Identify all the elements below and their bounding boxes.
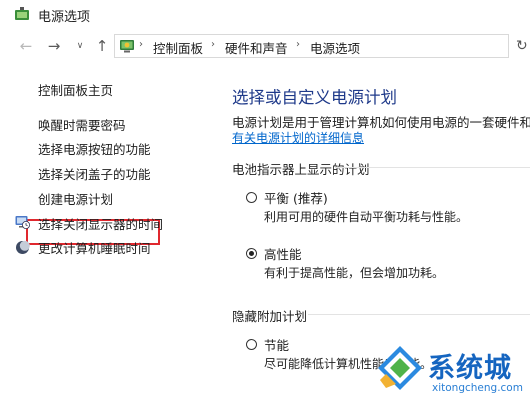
forward-button[interactable]: → — [44, 37, 64, 55]
battery-plans-heading: 电池指示器上显示的计划 — [232, 162, 370, 177]
plan-balanced-radio[interactable] — [246, 192, 257, 203]
learn-more-link[interactable]: 有关电源计划的详细信息 — [232, 129, 364, 146]
power-options-icon — [15, 7, 29, 20]
breadcrumb-separator: › — [296, 39, 300, 50]
breadcrumb-control-panel[interactable]: 控制面板 — [153, 38, 203, 57]
recent-locations-dropdown[interactable]: ∨ — [70, 37, 90, 55]
page-title: 选择或自定义电源计划 — [232, 88, 397, 107]
section-divider — [335, 167, 530, 168]
sidebar-item-home[interactable]: 控制面板主页 — [38, 80, 113, 99]
breadcrumb-separator: › — [139, 39, 143, 50]
sidebar-item-display-off-time[interactable]: 选择关闭显示器的时间 — [38, 214, 163, 233]
plan-balanced-name[interactable]: 平衡 (推荐) — [264, 188, 328, 207]
plan-high-performance-name[interactable]: 高性能 — [264, 244, 302, 263]
breadcrumb-hardware-sound[interactable]: 硬件和声音 — [225, 38, 288, 57]
plan-high-performance-description: 有利于提高性能，但会增加功耗。 — [264, 266, 445, 280]
navigation-bar: ← → ∨ ↑ › 控制面板 › 硬件和声音 › 电源选项 ↻ — [0, 30, 530, 62]
plan-power-saver-radio[interactable] — [246, 339, 257, 350]
refresh-button[interactable]: ↻ — [516, 38, 528, 54]
plan-high-performance-radio[interactable] — [246, 248, 257, 259]
window-title: 电源选项 — [38, 10, 91, 25]
plan-power-saver-name[interactable]: 节能 — [264, 335, 289, 354]
title-bar: 电源选项 — [0, 0, 530, 30]
watermark-logo-icon — [378, 346, 422, 390]
hidden-plans-heading[interactable]: 隐藏附加计划 — [232, 306, 307, 325]
sidebar: 控制面板主页 唤醒时需要密码 选择电源按钮的功能 选择关闭盖子的功能 创建电源计… — [0, 62, 210, 402]
sidebar-item-power-button[interactable]: 选择电源按钮的功能 — [38, 139, 151, 158]
watermark-url: xitongcheng.com — [432, 382, 523, 394]
sidebar-item-require-password[interactable]: 唤醒时需要密码 — [38, 115, 126, 134]
sidebar-item-create-plan[interactable]: 创建电源计划 — [38, 189, 113, 208]
sidebar-item-lid-close[interactable]: 选择关闭盖子的功能 — [38, 164, 151, 183]
moon-icon — [16, 240, 30, 254]
breadcrumb-power-options[interactable]: 电源选项 — [310, 38, 360, 57]
sidebar-item-sleep-time[interactable]: 更改计算机睡眠时间 — [38, 238, 151, 257]
watermark: 系统城 xitongcheng.com — [372, 340, 530, 402]
back-button[interactable]: ← — [16, 37, 36, 55]
control-panel-icon — [120, 40, 134, 53]
address-bar[interactable]: › 控制面板 › 硬件和声音 › 电源选项 — [114, 34, 509, 58]
display-clock-icon — [15, 216, 30, 229]
plan-balanced-description: 利用可用的硬件自动平衡功耗与性能。 — [264, 210, 469, 224]
watermark-text: 系统城 — [428, 353, 512, 384]
up-button[interactable]: ↑ — [92, 37, 112, 55]
section-divider — [308, 314, 530, 315]
breadcrumb-separator: › — [211, 39, 215, 50]
